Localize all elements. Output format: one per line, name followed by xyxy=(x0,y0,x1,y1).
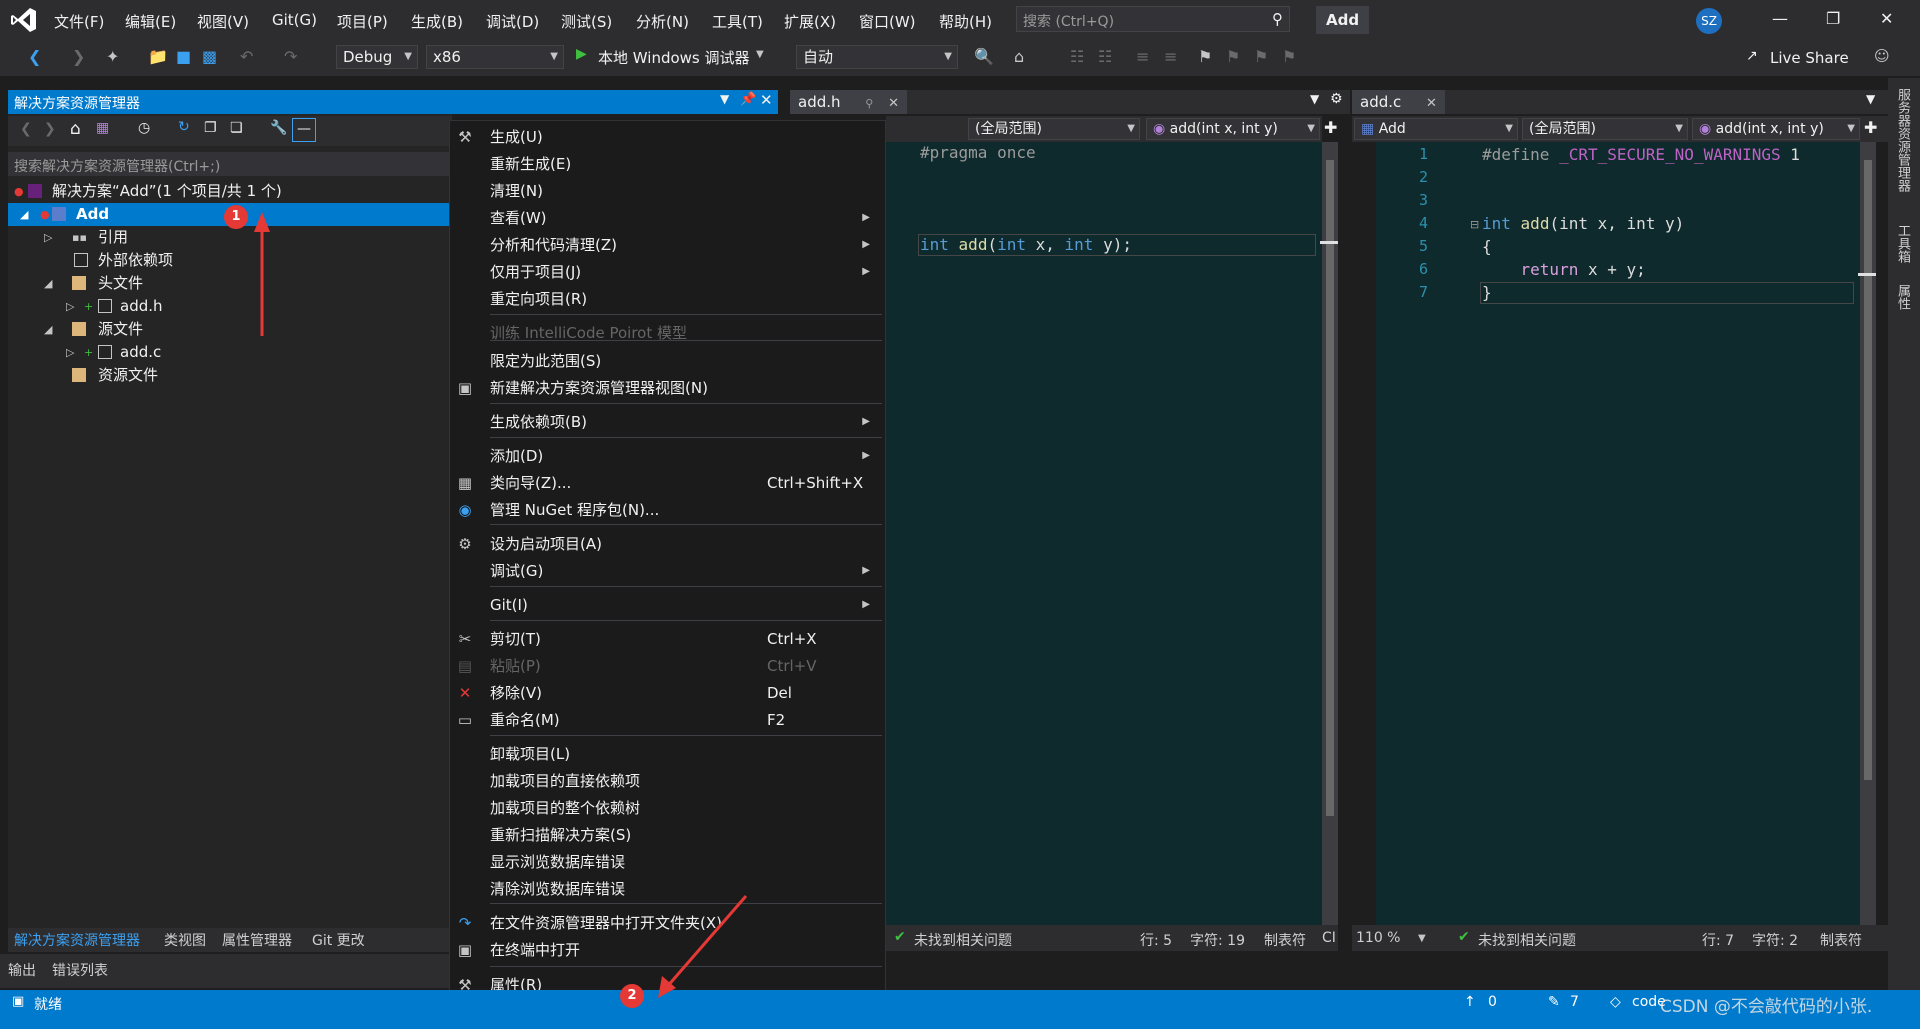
annotation-arrows xyxy=(254,212,748,998)
annotation-badge-2: 2 xyxy=(620,984,644,1008)
annotation-badge-1: 1 xyxy=(224,205,248,229)
